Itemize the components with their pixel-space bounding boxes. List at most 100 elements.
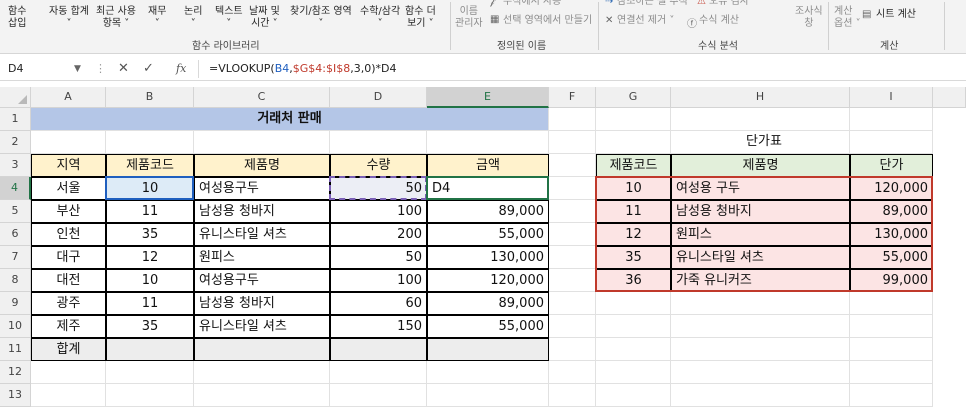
sales-code-cell[interactable]: 35 — [106, 315, 194, 338]
active-cell-e4[interactable]: D4 — [427, 177, 549, 200]
empty-cell[interactable] — [549, 223, 596, 246]
empty-cell[interactable] — [194, 384, 330, 407]
price-product-cell[interactable]: 원피스 — [671, 223, 850, 246]
sales-qty-cell[interactable]: 100 — [330, 200, 427, 223]
empty-cell[interactable] — [106, 131, 194, 154]
sales-region-cell[interactable]: 광주 — [31, 292, 106, 315]
row-header-2[interactable]: 2 — [0, 131, 31, 154]
sales-amount-cell[interactable]: 120,000 — [427, 269, 549, 292]
sales-code-cell[interactable]: 10 — [106, 269, 194, 292]
empty-cell[interactable] — [850, 108, 933, 131]
ribbon-button[interactable]: 날짜 및 시간 ˅ — [249, 6, 280, 30]
empty-cell[interactable] — [596, 292, 671, 315]
ribbon-button[interactable]: 텍스트 ˅ — [215, 6, 243, 30]
sales-qty-cell[interactable]: 50 — [330, 177, 427, 200]
empty-cell[interactable] — [106, 384, 194, 407]
column-header-a[interactable]: A — [31, 87, 106, 108]
price-unit-cell[interactable]: 55,000 — [850, 246, 933, 269]
ribbon-button[interactable]: 논리 ˅ — [184, 6, 202, 30]
calc-options-button[interactable]: 계산 옵션 ˅ — [834, 6, 861, 30]
empty-cell[interactable] — [31, 384, 106, 407]
empty-cell[interactable] — [549, 154, 596, 177]
empty-cell[interactable] — [671, 108, 850, 131]
price-product-cell[interactable]: 여성용 구두 — [671, 177, 850, 200]
column-header-i[interactable]: I — [850, 87, 933, 108]
empty-cell[interactable] — [596, 361, 671, 384]
sales-header-cell[interactable]: 제품명 — [194, 154, 330, 177]
empty-cell[interactable] — [549, 200, 596, 223]
sales-code-cell[interactable]: 11 — [106, 292, 194, 315]
sales-product-cell[interactable]: 여성용구두 — [194, 177, 330, 200]
sales-amount-cell[interactable]: 89,000 — [427, 292, 549, 315]
use-in-formula-button[interactable]: 수식에서 사용 ˅ — [503, 0, 570, 8]
column-header-d[interactable]: D — [330, 87, 427, 108]
empty-cell[interactable] — [194, 361, 330, 384]
price-unit-cell[interactable]: 130,000 — [850, 223, 933, 246]
sales-qty-cell[interactable]: 200 — [330, 223, 427, 246]
price-code-cell[interactable]: 35 — [596, 246, 671, 269]
column-header-f[interactable]: F — [549, 87, 596, 108]
sales-total-cell[interactable] — [427, 338, 549, 361]
sales-product-cell[interactable]: 유니스타일 셔츠 — [194, 315, 330, 338]
empty-cell[interactable] — [427, 361, 549, 384]
column-header-b[interactable]: B — [106, 87, 194, 108]
empty-cell[interactable] — [596, 384, 671, 407]
empty-cell[interactable] — [330, 361, 427, 384]
select-all-corner[interactable] — [0, 87, 31, 108]
row-header-12[interactable]: 12 — [0, 361, 31, 384]
sales-region-cell[interactable]: 대전 — [31, 269, 106, 292]
ribbon-button[interactable]: 최근 사용 항목 ˅ — [96, 6, 136, 30]
sales-amount-cell[interactable]: 55,000 — [427, 315, 549, 338]
empty-cell[interactable] — [850, 361, 933, 384]
row-header-6[interactable]: 6 — [0, 223, 31, 246]
sales-product-cell[interactable]: 남성용 청바지 — [194, 292, 330, 315]
price-header-cell[interactable]: 단가 — [850, 154, 933, 177]
price-product-cell[interactable]: 유니스타일 셔츠 — [671, 246, 850, 269]
column-header-e[interactable]: E — [427, 87, 549, 108]
empty-cell[interactable] — [671, 338, 850, 361]
row-header-9[interactable]: 9 — [0, 292, 31, 315]
sales-total-cell[interactable] — [194, 338, 330, 361]
sales-product-cell[interactable]: 유니스타일 셔츠 — [194, 223, 330, 246]
empty-cell[interactable] — [549, 292, 596, 315]
column-header-h[interactable]: H — [671, 87, 850, 108]
empty-cell[interactable] — [549, 269, 596, 292]
sales-code-cell[interactable]: 10 — [106, 177, 194, 200]
sales-code-cell[interactable]: 11 — [106, 200, 194, 223]
sales-product-cell[interactable]: 원피스 — [194, 246, 330, 269]
empty-cell[interactable] — [330, 131, 427, 154]
sales-amount-cell[interactable]: 89,000 — [427, 200, 549, 223]
empty-cell[interactable] — [330, 384, 427, 407]
sales-region-cell[interactable]: 부산 — [31, 200, 106, 223]
insert-function-icon[interactable]: fx — [176, 60, 186, 78]
price-product-cell[interactable]: 가죽 유니커즈 — [671, 269, 850, 292]
empty-cell[interactable] — [31, 131, 106, 154]
sales-header-cell[interactable]: 제품코드 — [106, 154, 194, 177]
sales-product-cell[interactable]: 남성용 청바지 — [194, 200, 330, 223]
calc-sheet-button[interactable]: 시트 계산 — [876, 9, 916, 21]
empty-cell[interactable] — [671, 384, 850, 407]
chevron-down-icon[interactable]: ▼ — [74, 60, 81, 78]
sales-qty-cell[interactable]: 100 — [330, 269, 427, 292]
row-header-3[interactable]: 3 — [0, 154, 31, 177]
cancel-icon[interactable]: ✕ — [118, 60, 129, 78]
empty-cell[interactable] — [549, 177, 596, 200]
trace-precedents-button[interactable]: 참조하는 셀 추적 — [617, 0, 688, 8]
row-header-11[interactable]: 11 — [0, 338, 31, 361]
price-unit-cell[interactable]: 120,000 — [850, 177, 933, 200]
ribbon-button[interactable]: 재무 ˅ — [148, 6, 166, 30]
empty-cell[interactable] — [427, 131, 549, 154]
row-header-8[interactable]: 8 — [0, 269, 31, 292]
row-header-7[interactable]: 7 — [0, 246, 31, 269]
sales-header-cell[interactable]: 지역 — [31, 154, 106, 177]
name-manager-button[interactable]: 이름 관리자 — [455, 6, 483, 30]
sales-header-cell[interactable]: 수량 — [330, 154, 427, 177]
row-header-1[interactable]: 1 — [0, 108, 31, 131]
price-code-cell[interactable]: 12 — [596, 223, 671, 246]
empty-cell[interactable] — [850, 338, 933, 361]
column-header-g[interactable]: G — [596, 87, 671, 108]
row-header-13[interactable]: 13 — [0, 384, 31, 407]
empty-cell[interactable] — [549, 338, 596, 361]
row-header-5[interactable]: 5 — [0, 200, 31, 223]
empty-cell[interactable] — [427, 384, 549, 407]
